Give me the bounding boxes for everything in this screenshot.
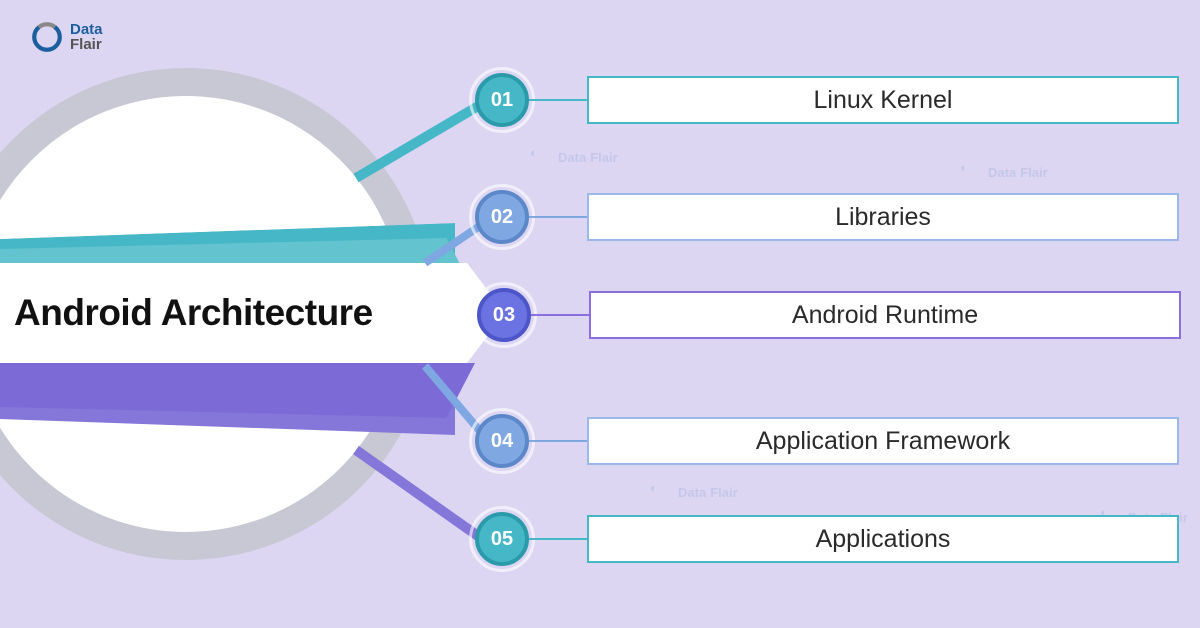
item-label: Android Runtime xyxy=(589,291,1181,339)
item-number-01: 01 xyxy=(475,73,529,127)
logo-line1: Data xyxy=(70,22,103,37)
watermark: ◐DataFlair xyxy=(650,480,738,504)
watermark: ◐DataFlair xyxy=(530,145,618,169)
logo: Data Flair xyxy=(30,20,103,54)
watermark: ◐DataFlair xyxy=(960,160,1048,184)
diagram-title: Android Architecture xyxy=(14,292,373,334)
item-label: Application Framework xyxy=(587,417,1179,465)
connector xyxy=(531,314,589,316)
item-number-03: 03 xyxy=(477,288,531,342)
item-number-04: 04 xyxy=(475,414,529,468)
logo-line2: Flair xyxy=(70,37,103,52)
item-android-runtime: 03 Android Runtime xyxy=(477,288,1181,342)
item-application-framework: 04 Application Framework xyxy=(475,414,1179,468)
logo-icon xyxy=(30,20,64,54)
connector xyxy=(529,216,587,218)
connector xyxy=(529,99,587,101)
item-number-05: 05 xyxy=(475,512,529,566)
item-label: Applications xyxy=(587,515,1179,563)
item-linux-kernel: 01 Linux Kernel xyxy=(475,73,1179,127)
item-number-02: 02 xyxy=(475,190,529,244)
item-label: Libraries xyxy=(587,193,1179,241)
item-applications: 05 Applications xyxy=(475,512,1179,566)
connector xyxy=(529,538,587,540)
logo-text: Data Flair xyxy=(70,22,103,52)
item-label: Linux Kernel xyxy=(587,76,1179,124)
connector xyxy=(529,440,587,442)
item-libraries: 02 Libraries xyxy=(475,190,1179,244)
